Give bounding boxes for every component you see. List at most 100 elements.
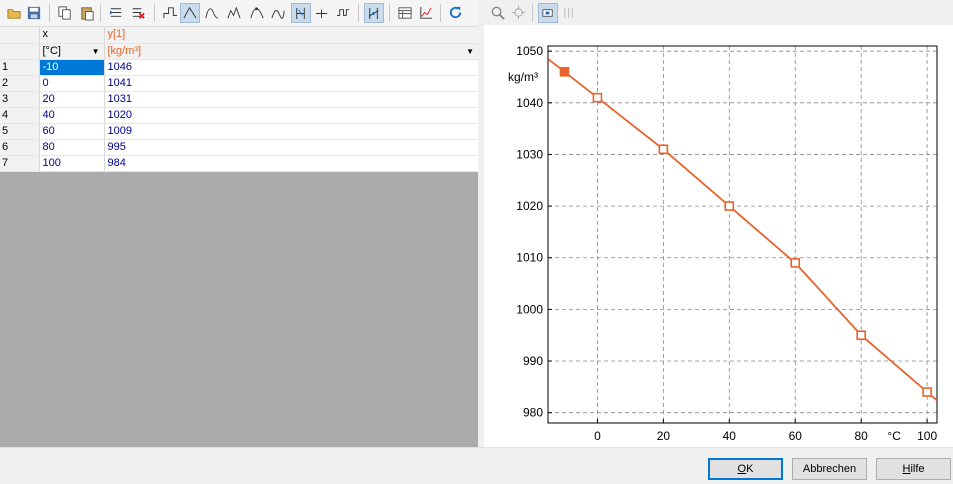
- data-point[interactable]: [658, 144, 669, 155]
- row-number: 7: [0, 155, 40, 172]
- show-points-button[interactable]: [364, 3, 384, 23]
- insert-row-icon: [109, 8, 122, 17]
- row-number: 6: [0, 139, 40, 156]
- data-table[interactable]: x y[1] [°C] ▼ [kg/m³] ▼ 1 -10 1046 2 0 1041 3 20 1031 4…: [0, 27, 478, 172]
- smooth-interpolation-button[interactable]: [268, 3, 288, 23]
- cell-y1[interactable]: 1031: [104, 91, 478, 108]
- point-select-icon: [542, 9, 553, 17]
- column-name-row: x y[1]: [0, 27, 478, 44]
- unit-select-x[interactable]: [°C] ▼: [39, 43, 105, 60]
- paste-icon: [81, 7, 94, 21]
- chart-panel: 0 20 40 60 80 100 980 990 1000 1010 1020 1030 1040 10…: [484, 0, 953, 447]
- data-point[interactable]: [724, 201, 735, 211]
- cell-x[interactable]: 0: [39, 75, 105, 92]
- range-select-icon: [564, 7, 573, 19]
- reset-button[interactable]: [446, 3, 466, 23]
- save-button[interactable]: [24, 3, 44, 23]
- data-point[interactable]: [790, 258, 801, 268]
- plot-button[interactable]: [416, 3, 436, 23]
- x-tick-label: 0: [594, 429, 601, 443]
- copy-button[interactable]: [55, 3, 75, 23]
- hold-extrapolation-button[interactable]: [291, 3, 311, 23]
- delete-row-button[interactable]: [128, 3, 148, 23]
- cell-y1[interactable]: 995: [104, 139, 478, 156]
- data-point[interactable]: [592, 92, 603, 103]
- line-chart[interactable]: 0 20 40 60 80 100 980 990 1000 1010 1020 1030 1040 10…: [484, 25, 953, 447]
- cell-x[interactable]: 100: [39, 155, 105, 172]
- akima-interpolation-icon: [227, 6, 241, 19]
- data-point[interactable]: [559, 67, 570, 77]
- chevron-down-icon[interactable]: ▼: [466, 44, 474, 59]
- cell-y1[interactable]: 1009: [104, 123, 478, 140]
- unit-dropdown[interactable]: [°C] ▼: [43, 44, 104, 59]
- table-row[interactable]: 3 20 1031: [0, 91, 478, 108]
- linear-extrapolation-button[interactable]: [312, 3, 332, 23]
- toolbar-separator: [440, 4, 441, 22]
- y-tick-label: 1000: [516, 302, 543, 316]
- table-row[interactable]: 4 40 1020: [0, 107, 478, 124]
- x-tick-label: 40: [723, 429, 737, 443]
- open-folder-button[interactable]: [4, 3, 24, 23]
- toolbar-separator: [389, 4, 390, 22]
- pan-button[interactable]: [509, 3, 529, 23]
- toolbar-separator: [532, 4, 533, 22]
- akima-interpolation-button[interactable]: [224, 3, 244, 23]
- paste-button[interactable]: [77, 3, 97, 23]
- x-unit-label: °C: [887, 429, 901, 443]
- range-select-button[interactable]: [560, 3, 580, 23]
- cell-y1[interactable]: 984: [104, 155, 478, 172]
- row-number: 1: [0, 59, 40, 76]
- cell-x[interactable]: 80: [39, 139, 105, 156]
- spline-interpolation-icon: [205, 8, 219, 19]
- unit-label: [kg/m³]: [107, 44, 142, 57]
- cancel-button[interactable]: Abbrechen: [792, 458, 867, 480]
- insert-row-button[interactable]: [106, 3, 126, 23]
- table-row[interactable]: 5 60 1009: [0, 123, 478, 140]
- corner-cell: [0, 27, 40, 44]
- cell-x[interactable]: 20: [39, 91, 105, 108]
- spline-interpolation-button[interactable]: [202, 3, 222, 23]
- pchip-interpolation-button[interactable]: [247, 3, 267, 23]
- show-points-icon: [368, 7, 379, 20]
- cell-x[interactable]: -10: [39, 59, 105, 76]
- row-number: 5: [0, 123, 40, 140]
- cell-y1[interactable]: 1046: [104, 59, 478, 76]
- chevron-down-icon[interactable]: ▼: [92, 44, 100, 59]
- x-tick-label: 80: [854, 429, 868, 443]
- data-point[interactable]: [856, 330, 866, 341]
- zoom-button[interactable]: [488, 3, 508, 23]
- table-row[interactable]: 7 100 984: [0, 155, 478, 172]
- table-properties-button[interactable]: [395, 3, 415, 23]
- periodic-extrapolation-button[interactable]: [333, 3, 353, 23]
- help-mnemonic: H: [902, 463, 911, 475]
- smooth-interpolation-icon: [271, 10, 285, 19]
- unit-select-y1[interactable]: [kg/m³] ▼: [104, 43, 479, 60]
- step-interpolation-button[interactable]: [160, 3, 180, 23]
- hold-extrapolation-icon: [296, 7, 305, 20]
- point-select-button[interactable]: [538, 3, 558, 23]
- x-tick-label: 20: [657, 429, 671, 443]
- chart-toolbar: [484, 0, 953, 25]
- ok-button[interactable]: OK: [708, 458, 783, 480]
- row-number: 3: [0, 91, 40, 108]
- chart-background: [484, 25, 953, 447]
- help-button[interactable]: Hilfe: [876, 458, 951, 480]
- table-row[interactable]: 1 -10 1046: [0, 59, 478, 76]
- toolbar-separator: [49, 4, 50, 22]
- delete-row-icon: [132, 8, 145, 19]
- y-tick-label: 1030: [516, 147, 543, 161]
- column-header-y1: y[1]: [104, 27, 478, 44]
- cell-y1[interactable]: 1020: [104, 107, 478, 124]
- table-row[interactable]: 2 0 1041: [0, 75, 478, 92]
- cell-x[interactable]: 60: [39, 123, 105, 140]
- data-point[interactable]: [922, 387, 932, 397]
- linear-interpolation-button[interactable]: [180, 3, 200, 23]
- ok-mnemonic: O: [737, 463, 747, 475]
- unit-row: [°C] ▼ [kg/m³] ▼: [0, 43, 479, 60]
- table-row[interactable]: 6 80 995: [0, 139, 478, 156]
- cell-y1[interactable]: 1041: [104, 75, 478, 92]
- unit-dropdown[interactable]: [kg/m³] ▼: [108, 44, 479, 59]
- cancel-label: Abbrechen: [802, 463, 857, 475]
- cell-x[interactable]: 40: [39, 107, 105, 124]
- y-tick-label: 990: [523, 354, 543, 368]
